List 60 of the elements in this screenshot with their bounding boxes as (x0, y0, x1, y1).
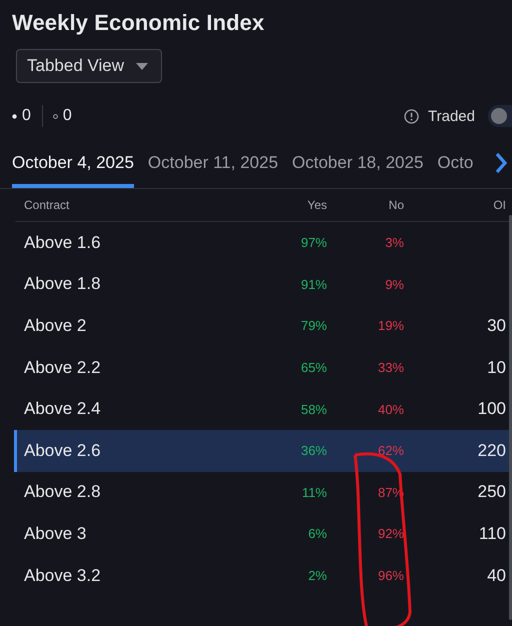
column-header: OI (492, 198, 506, 212)
contract-name: Above 2.6 (23, 440, 102, 461)
no-price: 92% (376, 526, 404, 542)
yes-price: 65% (300, 360, 327, 376)
yes-price: 58% (300, 402, 327, 417)
contract-name: Above 2.8 (23, 482, 102, 502)
contract-name: Above 3 (23, 524, 88, 544)
contract-name: Above 3.2 (23, 566, 102, 586)
no-price: 9% (384, 276, 404, 292)
scrollbar[interactable] (509, 215, 512, 620)
count-value: 0 (22, 107, 31, 125)
contract-row[interactable]: Above 2.4 58% 40% 100 (14, 388, 512, 430)
ring-icon (52, 114, 58, 118)
traded-label: Traded (428, 108, 475, 124)
contract-name: Above 2.4 (23, 399, 102, 420)
date-tab[interactable]: October 11, 2025 (148, 149, 278, 188)
contract-name: Above 1.8 (23, 274, 102, 294)
date-tab[interactable]: Octo (437, 149, 474, 188)
contract-name: Above 2 (23, 316, 88, 336)
no-price: 19% (376, 318, 404, 334)
contract-row[interactable]: Above 3.2 2% 96% 40 (14, 554, 512, 596)
yes-price: 2% (307, 568, 327, 584)
count-value: 0 (62, 107, 72, 125)
open-interest: 220 (478, 440, 506, 460)
caret-icon (136, 62, 148, 70)
open-interest: 10 (487, 358, 506, 377)
yes-price: 91% (300, 276, 327, 292)
open-interest: 40 (487, 566, 506, 585)
contract-row[interactable]: Above 2 79% 19% 30 (14, 305, 512, 347)
yes-price: 36% (300, 443, 327, 458)
view-dropdown[interactable]: Tabbed View (16, 49, 162, 83)
open-interest: 100 (478, 399, 506, 418)
date-tab[interactable]: October 18, 2025 (292, 149, 424, 188)
no-price: 40% (376, 402, 404, 417)
date-tab[interactable]: October 4, 2025 (12, 149, 134, 188)
contract-name: Above 1.6 (23, 232, 102, 253)
no-price: 62% (376, 443, 404, 458)
no-price: 33% (376, 360, 404, 376)
yes-price: 79% (300, 318, 327, 334)
yes-price: 6% (307, 526, 327, 542)
yes-price: 97% (300, 235, 327, 250)
open-interest: 250 (478, 482, 506, 502)
no-price: 96% (376, 568, 404, 584)
chevron-right-icon[interactable] (494, 152, 508, 174)
yes-price: 11% (300, 484, 327, 500)
column-header: Contract (23, 198, 70, 212)
contract-row[interactable]: Above 3 6% 92% 110 (14, 513, 512, 555)
contract-row[interactable]: Above 2.6 36% 62% 220 (14, 430, 512, 472)
info-icon[interactable] (404, 108, 420, 124)
contract-row[interactable]: Above 1.8 91% 9% (14, 264, 512, 306)
contract-name: Above 2.2 (23, 358, 102, 378)
contract-row[interactable]: Above 2.2 65% 33% 10 (14, 346, 512, 388)
open-interest: 30 (487, 316, 506, 335)
open-interest: 110 (478, 524, 506, 543)
page-title: Weekly Economic Index (12, 10, 266, 36)
column-header: Yes (306, 198, 327, 212)
no-price: 3% (384, 235, 404, 250)
dot-icon (12, 114, 17, 118)
column-header: No (388, 198, 404, 212)
contract-row[interactable]: Above 1.6 97% 3% (14, 222, 512, 264)
